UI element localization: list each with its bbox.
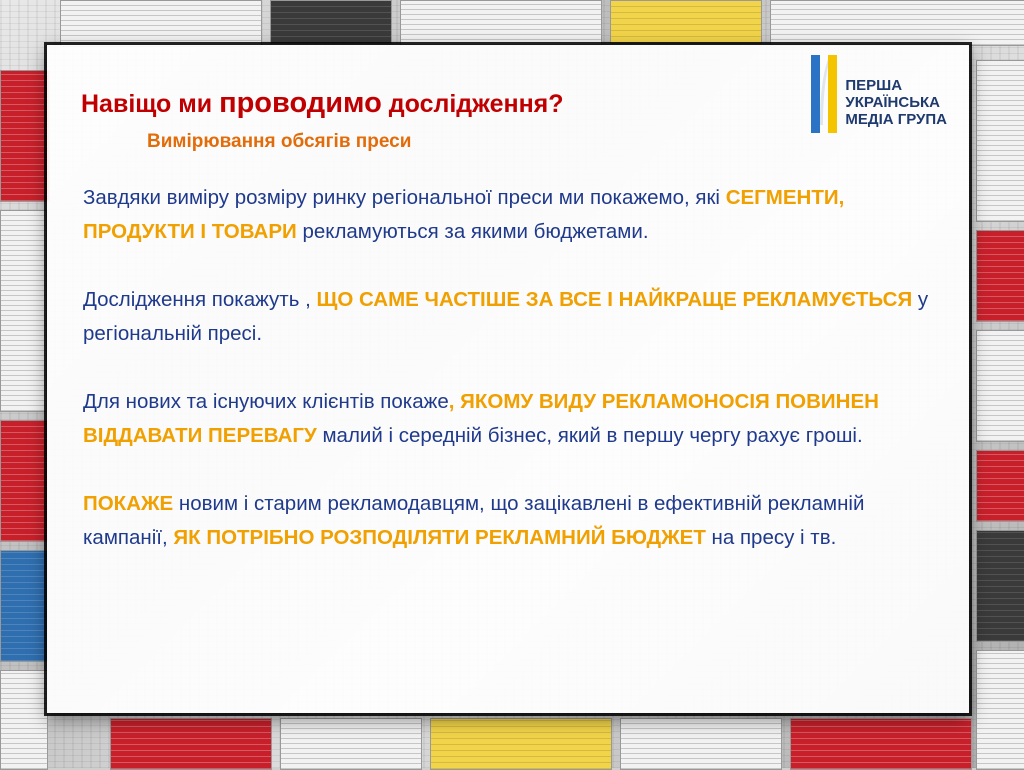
company-logo: ПЕРША УКРАЇНСЬКА МЕДІА ГРУПА: [811, 55, 947, 133]
body-text: Завдяки виміру розміру ринку регіонально…: [83, 186, 726, 209]
highlight-text: ЩО САМЕ ЧАСТІШЕ ЗА ВСЕ І НАЙКРАЩЕ РЕКЛАМ…: [316, 288, 913, 311]
newspaper-clipping: [976, 650, 1024, 770]
title-text-part: дослідження?: [381, 90, 564, 118]
newspaper-clipping: [60, 0, 262, 47]
title-text-emphasis: проводимо: [219, 87, 382, 119]
newspaper-clipping: [610, 0, 762, 44]
newspaper-clipping: [976, 450, 1024, 522]
quill-flag-icon: [811, 55, 838, 133]
newspaper-clipping: [0, 670, 48, 770]
newspaper-clipping: [976, 230, 1024, 322]
paragraph-budget-allocation: ПОКАЖЕ новим і старим рекламодавцям, що …: [83, 487, 933, 555]
body-text: малий і середній бізнес, який в першу че…: [316, 424, 863, 447]
logo-wordmark: ПЕРША УКРАЇНСЬКА МЕДІА ГРУПА: [845, 77, 947, 128]
newspaper-clipping: [770, 0, 1024, 46]
newspaper-clipping: [620, 718, 782, 770]
slide-subtitle: Вимірювання обсягів преси: [147, 131, 412, 152]
logo-line: ПЕРША: [845, 77, 903, 94]
slide-panel: Навіщо ми проводимо дослідження? Вимірюв…: [47, 45, 969, 713]
newspaper-clipping: [976, 530, 1024, 642]
body-text: на пресу і тв.: [705, 526, 837, 549]
newspaper-clipping: [0, 210, 47, 412]
paragraph-segments: Завдяки виміру розміру ринку регіонально…: [83, 181, 933, 249]
slide-title: Навіщо ми проводимо дослідження?: [81, 87, 564, 120]
highlight-text: ЯК ПОТРІБНО РОЗПОДІЛЯТИ РЕКЛАМНИЙ БЮДЖЕТ: [173, 526, 706, 549]
newspaper-clipping: [976, 60, 1024, 222]
logo-line: УКРАЇНСЬКА: [845, 94, 940, 111]
body-text: рекламуються за якими бюджетами.: [296, 220, 649, 243]
newspaper-clipping: [790, 718, 972, 770]
logo-line: МЕДІА ГРУПА: [845, 111, 947, 128]
newspaper-clipping: [270, 0, 392, 44]
newspaper-clipping: [430, 718, 612, 770]
newspaper-clipping: [0, 70, 50, 202]
highlight-text: ПОКАЖЕ: [83, 492, 174, 515]
newspaper-clipping: [110, 718, 272, 770]
body-text: Дослідження покажуть ,: [83, 288, 317, 311]
paragraph-most-advertised: Дослідження покажуть , ЩО САМЕ ЧАСТІШЕ З…: [83, 283, 933, 351]
newspaper-clipping: [280, 718, 422, 770]
paragraph-media-preference: Для нових та існуючих клієнтів покаже, Я…: [83, 385, 933, 453]
newspaper-clipping: [400, 0, 602, 46]
slide-body: Завдяки виміру розміру ринку регіонально…: [83, 181, 933, 589]
newspaper-clipping: [0, 420, 48, 542]
newspaper-clipping: [976, 330, 1024, 442]
newspaper-clipping: [0, 550, 48, 662]
title-text-part: Навіщо ми: [81, 90, 220, 118]
body-text: Для нових та існуючих клієнтів покаже: [83, 390, 449, 413]
